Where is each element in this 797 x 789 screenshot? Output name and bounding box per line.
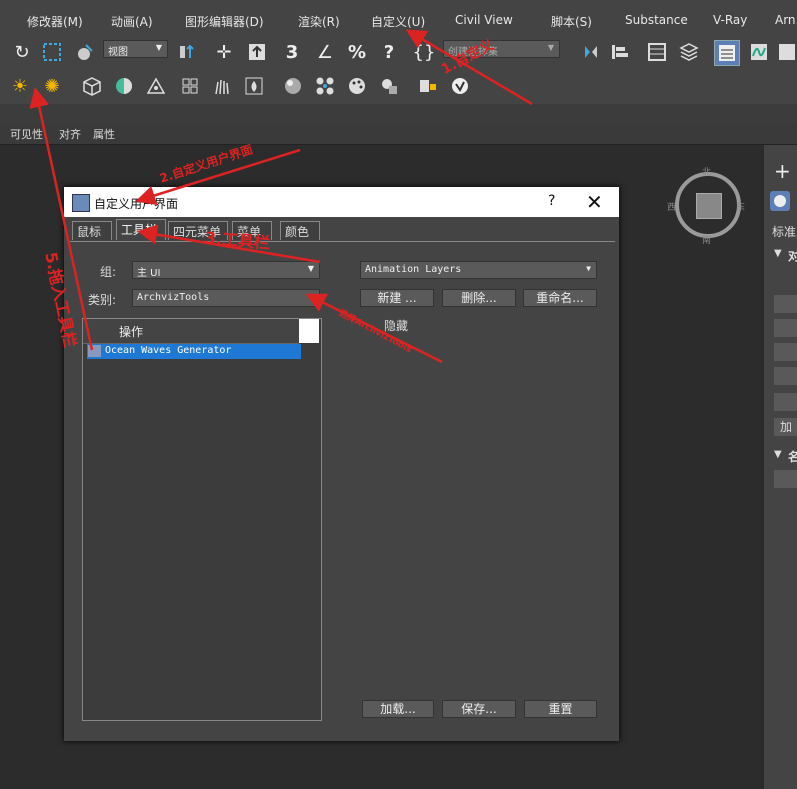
menu-graph-editors[interactable]: 图形编辑器(D) — [185, 13, 264, 30]
group-label: 组: — [100, 265, 117, 279]
dialog-title-bar[interactable]: 自定义用户界面 ? ✕ — [64, 187, 619, 217]
percent-snap-icon[interactable]: % — [345, 40, 369, 64]
help-icon[interactable]: ? — [548, 193, 555, 209]
select-region-icon[interactable] — [40, 40, 64, 64]
layer-explorer-icon[interactable] — [677, 40, 701, 64]
box-icon[interactable] — [80, 74, 104, 98]
reset-button[interactable]: 重置 — [524, 700, 597, 718]
primitive-button[interactable] — [774, 343, 797, 361]
menu-modifiers[interactable]: 修改器(M) — [27, 13, 83, 30]
material-editor-icon[interactable] — [313, 74, 337, 98]
omni-light-icon[interactable]: ✺ — [40, 74, 64, 98]
command-panel: + 标准 ▼ 对 加 ▼ 名 — [764, 145, 797, 789]
palette-icon[interactable] — [345, 74, 369, 98]
ribbon-bar: 可见性 对齐 属性 — [0, 124, 797, 145]
load-button[interactable]: 加载... — [362, 700, 434, 718]
menu-bar: 修改器(M) 动画(A) 图形编辑器(D) 渲染(R) 自定义(U) Civil… — [0, 0, 797, 38]
list-item[interactable]: Ocean Waves Generator — [87, 344, 301, 359]
curve-editor-icon[interactable] — [747, 40, 771, 64]
render-setup-icon[interactable] — [377, 74, 401, 98]
compass-east: 东 — [736, 203, 746, 213]
primitive-button[interactable] — [774, 295, 797, 313]
list-header[interactable]: 操作 — [83, 319, 299, 344]
schematic-view-icon[interactable] — [775, 40, 797, 64]
action-icon — [88, 345, 101, 357]
dialog-title: 自定义用户界面 — [94, 197, 179, 211]
category-dropdown[interactable]: ArchvizTools ▼ — [132, 289, 320, 307]
tab-colors[interactable]: 颜色 — [280, 221, 320, 240]
menu-substance[interactable]: Substance — [625, 13, 688, 27]
proxy-icon[interactable] — [178, 74, 202, 98]
angle-snap-icon[interactable]: ∠ — [313, 40, 337, 64]
menu-customize[interactable]: 自定义(U) — [371, 13, 425, 30]
geometry-icon[interactable] — [144, 74, 168, 98]
ribbon-visibility[interactable]: 可见性 — [10, 126, 43, 142]
compass-west: 西 — [667, 203, 677, 213]
save-button[interactable]: 保存... — [442, 700, 516, 718]
category-label: 类别: — [88, 293, 117, 307]
rename-toolbar-button[interactable]: 重命名... — [523, 289, 597, 307]
standard-primitives-label[interactable]: 标准 — [772, 223, 796, 240]
collapse-arrow-icon[interactable]: ▼ — [774, 248, 782, 259]
main-toolbar: ↻ 视图 ▼ ✛ 3 ∠ % ? {} 创建选择集 ▼ ☀ ✺ — [0, 38, 797, 104]
align-icon[interactable] — [608, 40, 632, 64]
close-icon[interactable]: ✕ — [586, 190, 603, 214]
mirror-icon[interactable] — [579, 40, 603, 64]
fur-icon[interactable] — [210, 74, 234, 98]
menu-civil-view[interactable]: Civil View — [455, 13, 513, 27]
new-toolbar-button[interactable]: 新建 ... — [360, 289, 434, 307]
tab-toolbars[interactable]: 工具栏 — [116, 219, 166, 240]
ribbon-align[interactable]: 对齐 — [59, 126, 81, 142]
render-frame-icon[interactable] — [416, 74, 440, 98]
action-list[interactable]: 操作 Ocean Waves Generator — [82, 318, 322, 721]
primitive-button[interactable] — [774, 367, 797, 385]
group-dropdown[interactable]: 主 UI ▼ — [132, 261, 320, 279]
object-type-rollout[interactable]: 对 — [788, 247, 797, 264]
compass-south: 南 — [702, 236, 712, 246]
collapse-arrow-icon[interactable]: ▼ — [774, 449, 782, 460]
menu-vray[interactable]: V-Ray — [713, 13, 747, 27]
toolbar-dropdown[interactable]: Animation Layers ▼ — [360, 261, 597, 279]
material-ball-icon[interactable] — [281, 74, 305, 98]
sphere-material-icon[interactable] — [112, 74, 136, 98]
create-tab-icon[interactable]: + — [774, 159, 791, 183]
menu-animation[interactable]: 动画(A) — [111, 13, 153, 30]
primitive-button[interactable]: 加 — [774, 418, 797, 436]
list-scrollbar[interactable] — [299, 319, 319, 343]
name-color-rollout[interactable]: 名 — [788, 448, 797, 465]
menu-arnold[interactable]: Arn — [775, 13, 796, 27]
viewcube[interactable] — [696, 193, 722, 219]
menu-scripting[interactable]: 脚本(S) — [551, 13, 592, 30]
pivot-icon[interactable] — [175, 40, 199, 64]
scene-explorer-icon[interactable] — [645, 40, 669, 64]
edit-named-selection-icon[interactable]: {} — [412, 40, 436, 64]
primitive-button[interactable] — [774, 319, 797, 337]
vray-icon[interactable] — [448, 74, 472, 98]
sun-light-icon[interactable]: ☀ — [8, 74, 32, 98]
reference-coordinate-dropdown[interactable]: 视图 ▼ — [103, 40, 168, 58]
place-icon[interactable] — [245, 40, 269, 64]
snap-3d-icon[interactable]: 3 — [280, 40, 304, 64]
geometry-category-icon[interactable] — [770, 191, 790, 211]
redo-icon[interactable]: ↻ — [10, 40, 34, 64]
tab-mouse[interactable]: 鼠标 — [72, 221, 112, 240]
spinner-snap-icon[interactable]: ? — [377, 40, 401, 64]
bind-space-warp-icon[interactable] — [72, 40, 96, 64]
compass-north: 北 — [702, 168, 712, 178]
ribbon-toggle-icon[interactable] — [714, 40, 740, 66]
primitive-button[interactable] — [774, 393, 797, 411]
menu-rendering[interactable]: 渲染(R) — [298, 13, 340, 30]
ribbon-properties[interactable]: 属性 — [93, 126, 115, 142]
app-icon — [72, 194, 90, 212]
customize-ui-dialog: 自定义用户界面 ? ✕ 鼠标 工具栏 四元菜单 菜单 颜色 组: 主 UI ▼ 类… — [64, 187, 619, 741]
secondary-toolbar — [0, 104, 797, 125]
fire-icon[interactable] — [242, 74, 266, 98]
name-field[interactable] — [774, 470, 797, 488]
viewcube-compass[interactable] — [675, 172, 741, 238]
delete-toolbar-button[interactable]: 删除... — [442, 289, 516, 307]
dialog-tabs: 鼠标 工具栏 四元菜单 菜单 颜色 — [70, 219, 615, 242]
select-move-icon[interactable]: ✛ — [212, 40, 236, 64]
